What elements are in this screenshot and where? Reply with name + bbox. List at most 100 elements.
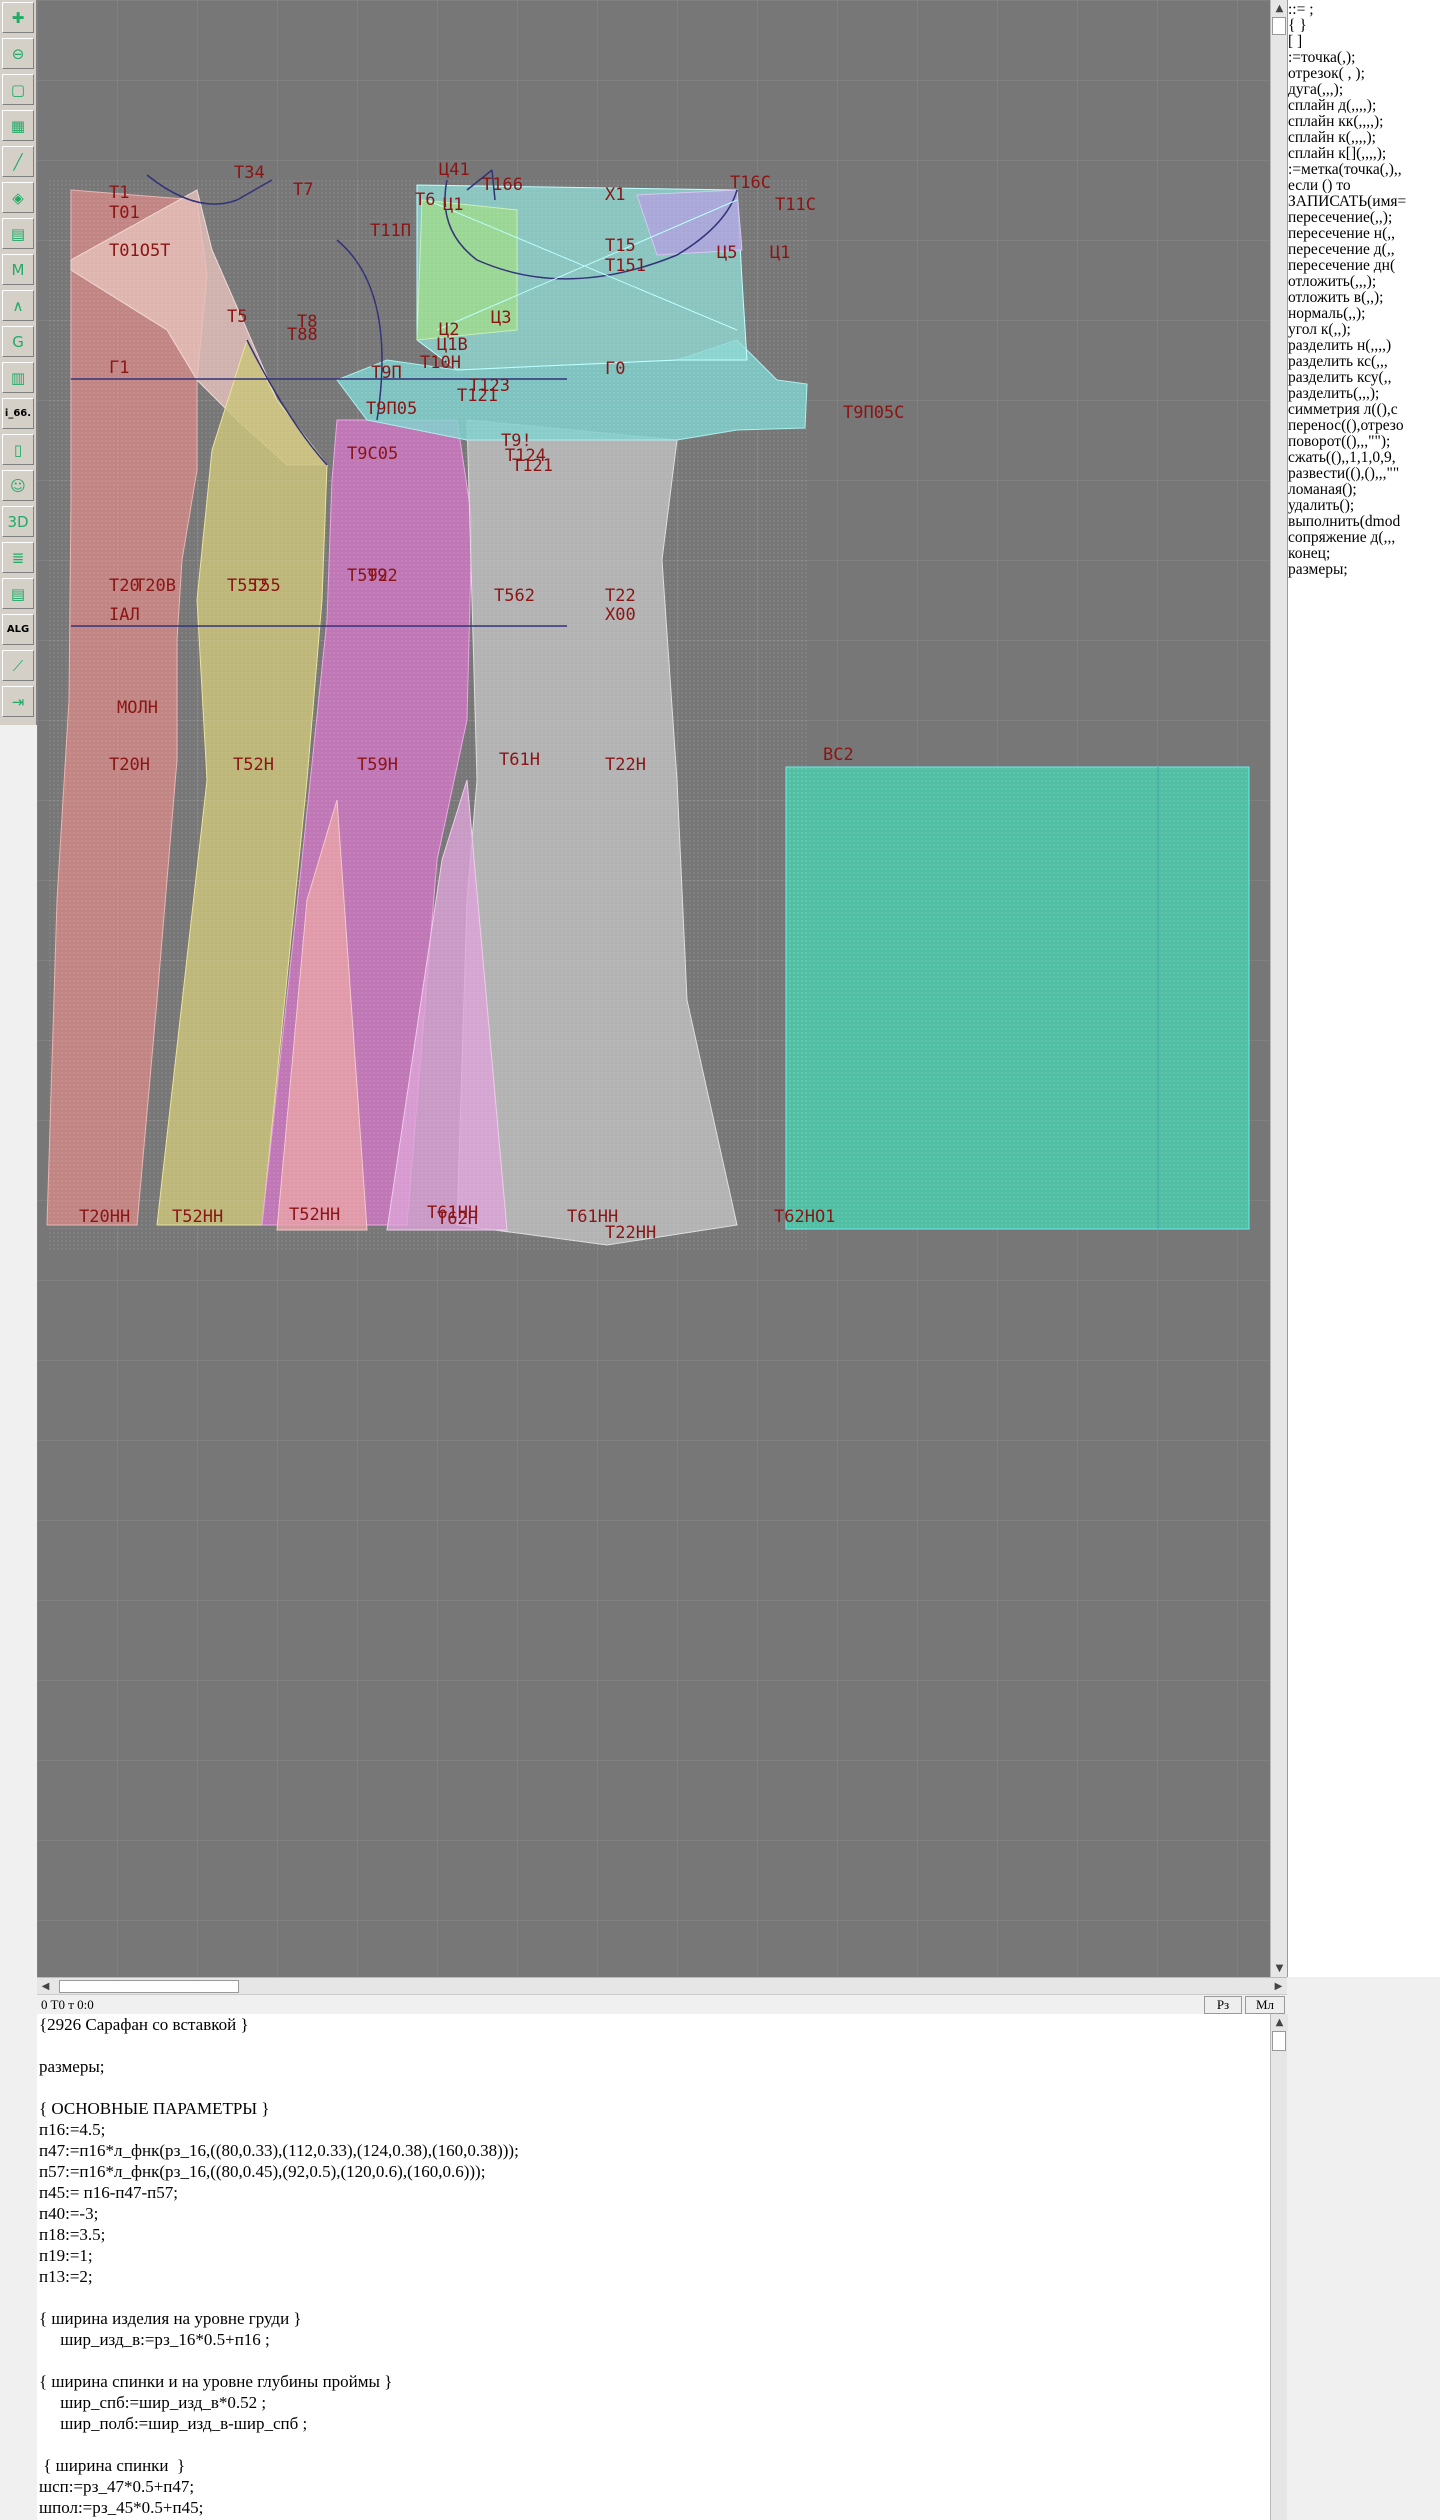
command-item[interactable]: ЗАПИСАТЬ(имя= (1288, 194, 1406, 210)
command-item[interactable]: :=метка(точка(,),, (1288, 162, 1402, 178)
pattern-drawing[interactable]: T34T7T1T01T01O5TT5 T8T88Г1T11ПT9ПT9П05T9C… (37, 0, 1270, 1977)
command-item[interactable]: выполнить(dmod (1288, 514, 1400, 530)
command-item[interactable]: сплайн к(,,,,); (1288, 130, 1376, 146)
command-item[interactable]: сжать((),,1,1,0,9, (1288, 450, 1396, 466)
command-item[interactable]: ломаная(); (1288, 482, 1357, 498)
point-label: Ц1B (437, 335, 468, 355)
command-item[interactable]: удалить(); (1288, 498, 1354, 514)
new-page-icon[interactable]: ▯ (2, 434, 34, 465)
command-item[interactable]: пересечение д(,, (1288, 242, 1395, 258)
command-item[interactable]: разделить кс(,,, (1288, 354, 1388, 370)
code-line[interactable]: размеры; (39, 2057, 104, 2077)
command-item[interactable]: ::= ; (1288, 2, 1314, 18)
alg-icon[interactable]: ALG (2, 614, 34, 645)
code-line[interactable]: шсп:=рз_47*0.5+п47; (39, 2477, 194, 2497)
editor-vertical-scrollbar[interactable]: ▲ (1270, 2014, 1288, 2520)
notes-icon[interactable]: ≣ (2, 542, 34, 573)
vertical-scroll-thumb[interactable] (1272, 17, 1286, 35)
code-line[interactable]: п13:=2; (39, 2267, 93, 2287)
command-item[interactable]: конец; (1288, 546, 1330, 562)
canvas-vertical-scrollbar[interactable]: ▲ ▼ (1270, 0, 1288, 1977)
code-line[interactable]: п18:=3.5; (39, 2225, 105, 2245)
measure-m-icon[interactable]: M (2, 254, 34, 285)
exit-icon[interactable]: ⇥ (2, 686, 34, 717)
graph-g-icon[interactable]: G (2, 326, 34, 357)
command-palette[interactable]: ::= ;{ }[ ]:=точка(,); отрезок( , ); дуга(… (1287, 0, 1440, 1977)
command-item[interactable]: разделить ксу(,, (1288, 370, 1391, 386)
command-item[interactable]: разделить(,,,); (1288, 386, 1379, 402)
pattern-canvas[interactable]: T34 T7 T1 T01 T01O5T T5 T8 T88 Г1 T11П T9П T9П05 T9C… (37, 0, 1270, 1977)
edit-line-icon[interactable]: ⟋ (2, 650, 34, 681)
document-icon[interactable]: ▤ (2, 218, 34, 249)
zoom-in-icon[interactable]: ✚ (2, 2, 34, 33)
command-item[interactable]: разделить н(,,,,) (1288, 338, 1391, 354)
code-line[interactable]: п16:=4.5; (39, 2120, 105, 2140)
zoom-box-icon[interactable]: ▢ (2, 74, 34, 105)
canvas-horizontal-scrollbar[interactable]: ◀ ▶ (37, 1977, 1287, 1995)
command-item[interactable]: [ ] (1288, 34, 1302, 50)
code-line[interactable]: { ширина спинки и на уровне глубины прой… (39, 2372, 392, 2392)
grid-icon[interactable]: ▦ (2, 110, 34, 141)
scroll-left-arrow-icon[interactable]: ◀ (37, 1978, 54, 1995)
point-label: T11П (370, 221, 411, 241)
file-label-icon: i_66. (2, 398, 34, 429)
scroll-up-arrow-icon[interactable]: ▲ (1271, 0, 1288, 17)
command-item[interactable]: развести((),(),,,"" (1288, 466, 1399, 482)
command-item[interactable]: поворот((),,,""); (1288, 434, 1390, 450)
line-icon[interactable]: ╱ (2, 146, 34, 177)
scroll-down-arrow-icon[interactable]: ▼ (1271, 1960, 1288, 1977)
code-line[interactable]: п40:=-3; (39, 2204, 98, 2224)
point-label: T34 (234, 163, 265, 183)
point-label: T20H (109, 755, 150, 775)
command-item[interactable]: нормаль(,,); (1288, 306, 1365, 322)
command-item[interactable]: пересечение н(,, (1288, 226, 1395, 242)
command-item[interactable]: сплайн д(,,,,); (1288, 98, 1376, 114)
stack-icon[interactable]: ▤ (2, 578, 34, 609)
code-line[interactable]: п45:= п16-п47-п57; (39, 2183, 178, 2203)
command-item[interactable]: отложить(,,,); (1288, 274, 1376, 290)
command-item[interactable]: :=точка(,); (1288, 50, 1355, 66)
code-line[interactable]: шир_полб:=шир_изд_в-шир_спб ; (39, 2414, 307, 2434)
command-item[interactable]: сплайн к[](,,,,); (1288, 146, 1386, 162)
code-line[interactable]: { ОСНОВНЫЕ ПАРАМЕТРЫ } (39, 2099, 270, 2119)
code-line[interactable]: п19:=1; (39, 2246, 93, 2266)
command-item[interactable]: размеры; (1288, 562, 1348, 578)
3d-view-icon[interactable]: 3D (2, 506, 34, 537)
point-label: T22 (605, 586, 636, 606)
point-label: T6 (415, 190, 435, 210)
code-line[interactable]: { ширина спинки } (39, 2456, 185, 2476)
command-item[interactable]: отложить в(,,); (1288, 290, 1383, 306)
script-editor[interactable]: {2926 Сарафан со вставкой } размеры; { ОСН… (37, 2014, 1287, 2520)
scroll-right-arrow-icon[interactable]: ▶ (1270, 1978, 1287, 1995)
editor-scroll-up-arrow-icon[interactable]: ▲ (1271, 2014, 1288, 2031)
zoom-out-icon[interactable]: ⊖ (2, 38, 34, 69)
command-item[interactable]: дуга(,,,); (1288, 82, 1343, 98)
command-item[interactable]: пересечение(,,); (1288, 210, 1392, 226)
ml-button[interactable]: Мл (1245, 1996, 1285, 2014)
command-item[interactable]: если () то (1288, 178, 1351, 194)
code-line[interactable]: п57:=п16*л_фнк(рз_16,((80,0.45),(92,0.5)… (39, 2162, 485, 2182)
code-line[interactable]: шир_спб:=шир_изд_в*0.52 ; (39, 2393, 266, 2413)
print-icon[interactable]: ▥ (2, 362, 34, 393)
editor-scroll-thumb[interactable] (1272, 2031, 1286, 2051)
code-line[interactable]: п47:=п16*л_фнк(рз_16,((80,0.33),(112,0.3… (39, 2141, 519, 2161)
command-item[interactable]: угол к(,,); (1288, 322, 1351, 338)
command-item[interactable]: { } (1288, 18, 1307, 34)
command-item[interactable]: пересечение дн( (1288, 258, 1395, 274)
rz-button[interactable]: Рз (1204, 1996, 1242, 2014)
command-item[interactable]: сопряжение д(,,, (1288, 530, 1395, 546)
code-line[interactable]: шир_изд_в:=рз_16*0.5+п16 ; (39, 2330, 270, 2350)
horizontal-scroll-thumb[interactable] (59, 1980, 239, 1993)
compass-icon[interactable]: ∧ (2, 290, 34, 321)
command-item[interactable]: симметрия л((),с (1288, 402, 1398, 418)
code-line[interactable]: {2926 Сарафан со вставкой } (39, 2015, 249, 2035)
layers-icon[interactable]: ◈ (2, 182, 34, 213)
command-item[interactable]: сплайн кк(,,,,); (1288, 114, 1383, 130)
command-item[interactable]: отрезок( , ); (1288, 66, 1365, 82)
code-line[interactable]: шпол:=рз_45*0.5+п45; (39, 2498, 203, 2518)
point-label: Ц5 (717, 243, 737, 263)
code-line[interactable]: { ширина изделия на уровне груди } (39, 2309, 302, 2329)
point-label: T92 (367, 566, 398, 586)
command-item[interactable]: перенос((),отрезо (1288, 418, 1404, 434)
avatar-icon[interactable]: ☺ (2, 470, 34, 501)
